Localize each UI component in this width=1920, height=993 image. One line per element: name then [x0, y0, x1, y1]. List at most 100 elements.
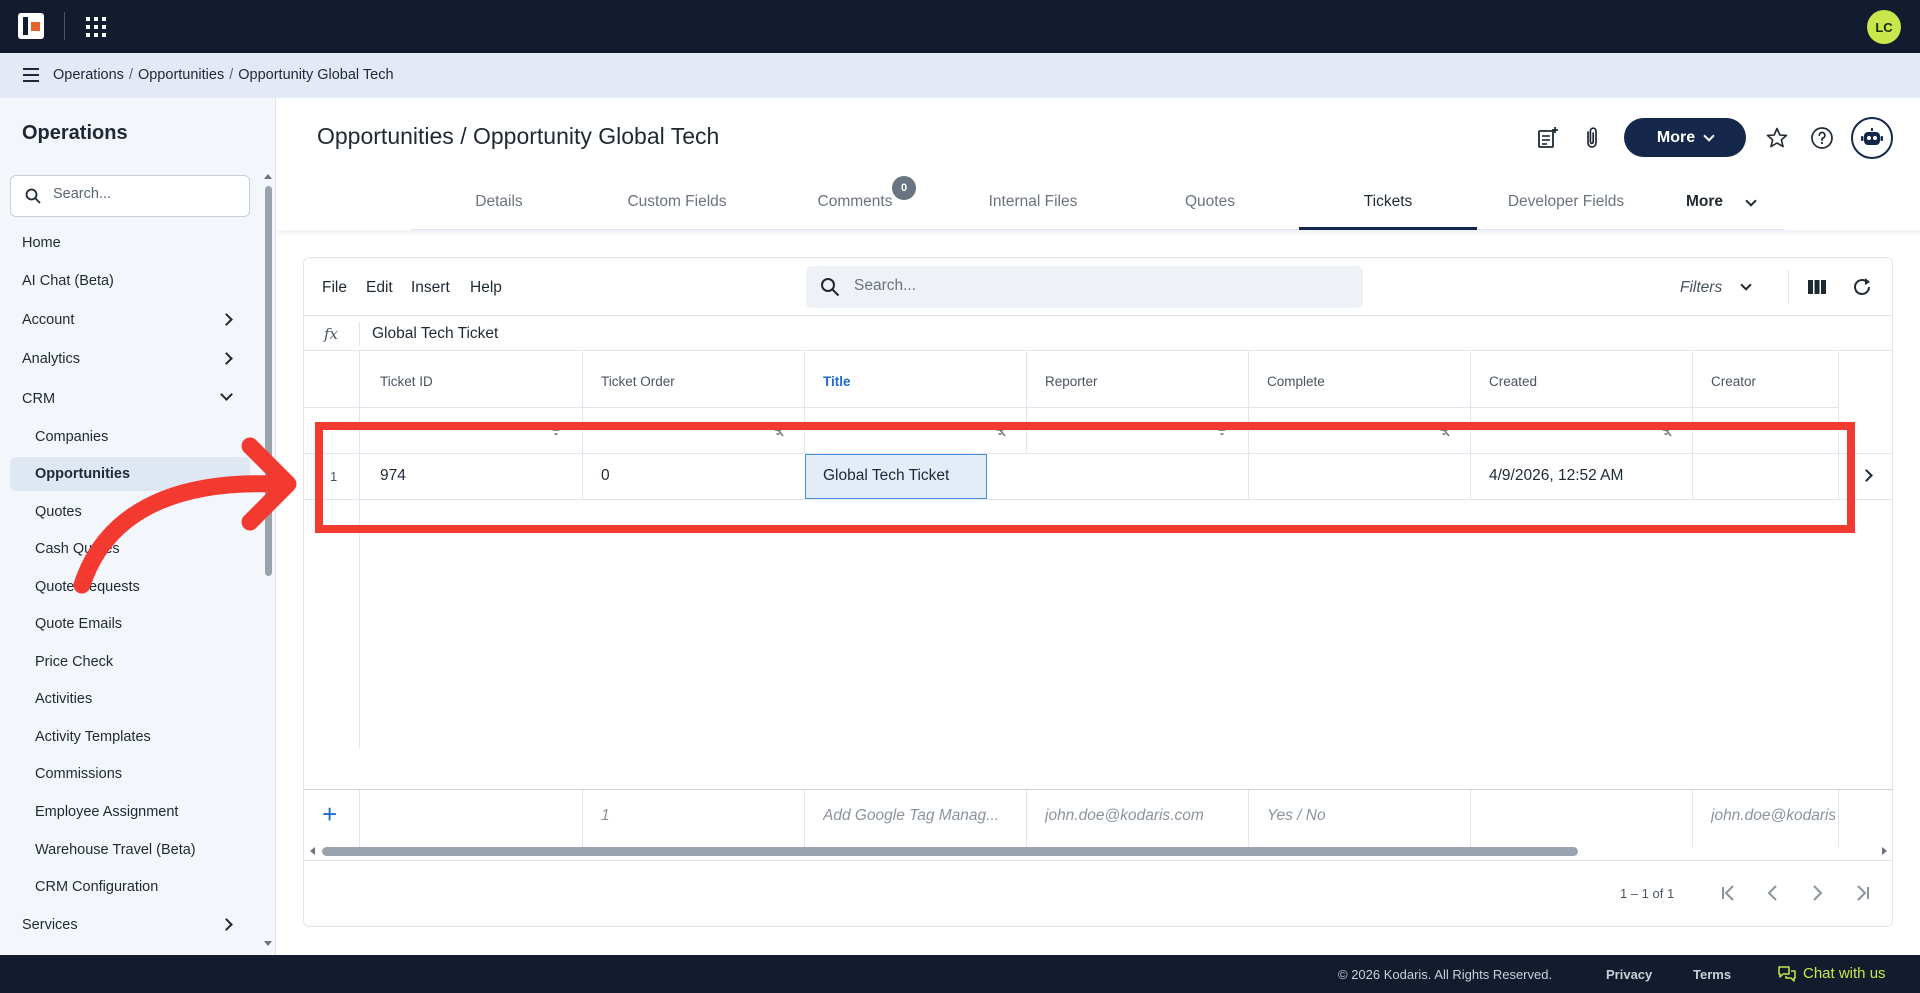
sidebar-item-activities[interactable]: Activities — [35, 691, 92, 707]
menu-insert[interactable]: Insert — [411, 279, 450, 297]
tab-more[interactable]: More — [1686, 193, 1723, 211]
menu-help[interactable]: Help — [470, 279, 502, 297]
sidebar-item-price-check[interactable]: Price Check — [35, 654, 113, 670]
divider — [64, 12, 65, 40]
breadcrumb-item[interactable]: Opportunities — [138, 67, 224, 83]
page-title: Opportunities / Opportunity Global Tech — [317, 123, 720, 149]
scroll-left-arrow[interactable] — [310, 847, 315, 855]
divider — [1838, 789, 1839, 847]
assistant-button[interactable] — [1851, 117, 1893, 159]
next-page-icon[interactable] — [1806, 882, 1828, 904]
tab-comments[interactable]: Comments — [766, 193, 944, 211]
sidebar-item-activity-templates[interactable]: Activity Templates — [35, 729, 151, 745]
chevron-right-icon[interactable] — [220, 313, 233, 326]
sidebar-item-ai-chat[interactable]: AI Chat (Beta) — [22, 273, 114, 289]
filters-dropdown[interactable]: Filters — [1680, 279, 1722, 297]
sidebar-search[interactable] — [10, 175, 250, 217]
grid-search-input[interactable] — [854, 277, 1334, 295]
add-row-icon[interactable]: + — [322, 801, 337, 827]
column-header-ticket-order[interactable]: Ticket Order — [601, 374, 675, 389]
scroll-down-arrow[interactable] — [264, 941, 272, 946]
chevron-right-icon[interactable] — [220, 918, 233, 931]
breadcrumb-item[interactable]: Operations — [53, 67, 124, 83]
sidebar-item-services[interactable]: Services — [22, 917, 78, 933]
divider — [582, 789, 583, 847]
user-avatar[interactable]: LC — [1867, 10, 1901, 44]
privacy-link[interactable]: Privacy — [1606, 967, 1652, 982]
more-button-label: More — [1656, 128, 1696, 146]
sidebar-item-home[interactable]: Home — [22, 235, 61, 251]
tab-tickets[interactable]: Tickets — [1299, 193, 1477, 211]
scroll-right-arrow[interactable] — [1882, 847, 1887, 855]
apps-grid-icon[interactable] — [86, 17, 106, 37]
more-button[interactable]: More — [1624, 118, 1746, 157]
column-header-ticket-id[interactable]: Ticket ID — [380, 374, 433, 389]
kodaris-logo-icon[interactable] — [18, 13, 44, 39]
help-icon[interactable] — [1810, 126, 1834, 150]
star-icon[interactable] — [1765, 126, 1789, 150]
breadcrumb-bar: Operations / Opportunities / Opportunity Glo… — [0, 53, 1920, 98]
copyright: © 2026 Kodaris. All Rights Reserved. — [1338, 967, 1553, 982]
divider — [1470, 789, 1471, 847]
chevron-down-icon[interactable] — [1745, 195, 1757, 207]
menu-icon[interactable] — [23, 68, 39, 82]
column-header-reporter[interactable]: Reporter — [1045, 374, 1098, 389]
last-page-icon[interactable] — [1851, 882, 1873, 904]
refresh-icon[interactable] — [1851, 276, 1873, 298]
chevron-down-icon[interactable] — [220, 388, 233, 401]
first-page-icon[interactable] — [1718, 882, 1740, 904]
sidebar-item-analytics[interactable]: Analytics — [22, 351, 80, 367]
new-creator-input[interactable]: john.doe@kodaris.com — [1711, 807, 1835, 825]
sidebar-search-input[interactable] — [53, 186, 233, 202]
previous-page-icon[interactable] — [1762, 882, 1784, 904]
chevron-down-icon[interactable] — [1740, 279, 1752, 291]
column-header-creator[interactable]: Creator — [1711, 374, 1756, 389]
new-ticket-order-input[interactable]: 1 — [601, 807, 771, 825]
attachment-icon[interactable] — [1580, 126, 1604, 150]
chevron-right-icon[interactable] — [220, 352, 233, 365]
divider — [304, 860, 1892, 861]
column-header-complete[interactable]: Complete — [1267, 374, 1325, 389]
divider — [1692, 789, 1693, 847]
divider — [1026, 789, 1027, 847]
tab-quotes[interactable]: Quotes — [1121, 193, 1299, 211]
sidebar-item-employee-assignment[interactable]: Employee Assignment — [35, 804, 178, 820]
tickets-grid-panel: File Edit Insert Help Filters fx Global … — [303, 257, 1893, 927]
chat-icon — [1778, 965, 1796, 982]
columns-icon[interactable] — [1806, 276, 1828, 298]
comments-count-badge: 0 — [892, 176, 916, 200]
column-header-created[interactable]: Created — [1489, 374, 1537, 389]
sidebar-item-account[interactable]: Account — [22, 312, 74, 328]
new-complete-input[interactable]: Yes / No — [1267, 807, 1463, 825]
sidebar-title: Operations — [22, 122, 128, 144]
divider — [304, 789, 1892, 790]
menu-file[interactable]: File — [322, 279, 347, 297]
tab-details[interactable]: Details — [410, 193, 588, 211]
tab-custom-fields[interactable]: Custom Fields — [588, 193, 766, 211]
chat-label: Chat with us — [1803, 965, 1886, 982]
grid-search[interactable] — [806, 266, 1363, 308]
sidebar-item-quote-emails[interactable]: Quote Emails — [35, 616, 122, 632]
menu-edit[interactable]: Edit — [366, 279, 393, 297]
column-header-title[interactable]: Title — [823, 374, 851, 389]
chat-with-us-button[interactable]: Chat with us — [1778, 965, 1886, 982]
terms-link[interactable]: Terms — [1693, 967, 1731, 982]
sidebar-item-crm[interactable]: CRM — [22, 391, 55, 407]
sidebar-item-commissions[interactable]: Commissions — [35, 766, 122, 782]
highlight-box — [315, 422, 1855, 533]
sidebar-item-warehouse-travel[interactable]: Warehouse Travel (Beta) — [35, 842, 196, 858]
divider — [1248, 789, 1249, 847]
scroll-up-arrow[interactable] — [264, 174, 272, 179]
new-reporter-input[interactable]: john.doe@kodaris.com — [1045, 807, 1241, 825]
note-add-icon[interactable] — [1535, 126, 1559, 150]
top-bar: LC — [0, 0, 1920, 53]
robot-icon — [1861, 128, 1883, 145]
tab-internal-files[interactable]: Internal Files — [944, 193, 1122, 211]
tab-developer-fields[interactable]: Developer Fields — [1477, 193, 1655, 211]
sidebar-item-crm-configuration[interactable]: CRM Configuration — [35, 879, 158, 895]
horizontal-scrollbar[interactable] — [322, 847, 1578, 856]
footer: © 2026 Kodaris. All Rights Reserved. Pri… — [0, 955, 1920, 993]
chevron-right-icon[interactable] — [1860, 469, 1873, 482]
formula-value[interactable]: Global Tech Ticket — [372, 325, 498, 343]
new-title-input[interactable]: Add Google Tag Manag... — [823, 807, 1019, 825]
